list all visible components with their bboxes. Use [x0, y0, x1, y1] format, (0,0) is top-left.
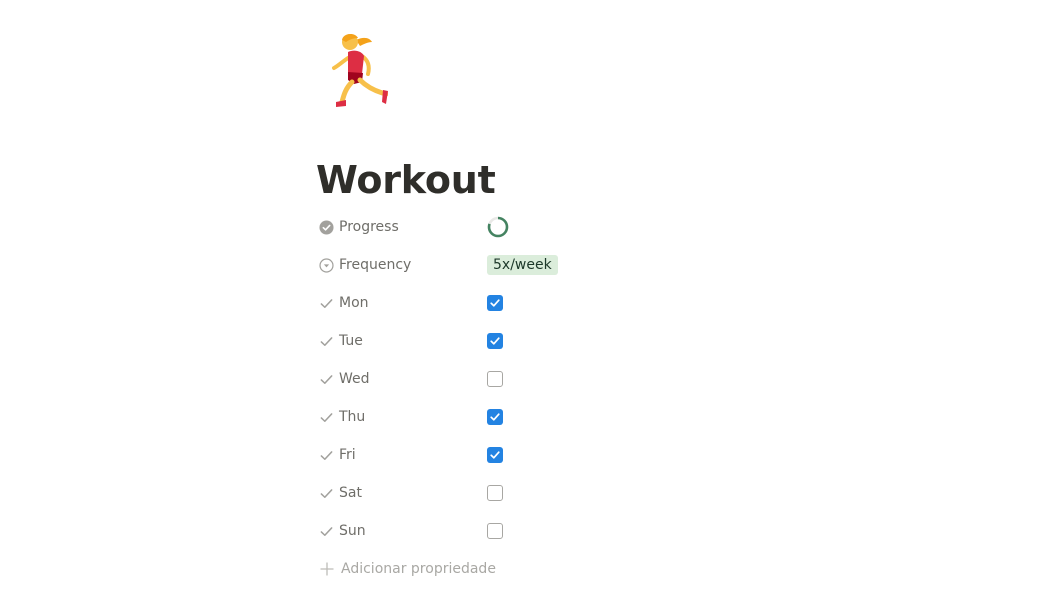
property-label: Sun — [339, 523, 366, 539]
checkbox-sat[interactable] — [487, 485, 503, 501]
checkmark-icon — [318, 295, 334, 311]
page-title[interactable]: Workout — [316, 154, 496, 206]
select-chevron-circle-icon — [318, 257, 334, 273]
property-label: Wed — [339, 371, 370, 387]
property-row-mon: Mon — [316, 284, 936, 322]
property-label: Sat — [339, 485, 362, 501]
property-label: Progress — [339, 219, 399, 235]
checkbox-sun[interactable] — [487, 523, 503, 539]
property-label: Fri — [339, 447, 356, 463]
property-row-tue: Tue — [316, 322, 936, 360]
plus-icon — [319, 561, 335, 577]
property-row-fri: Fri — [316, 436, 936, 474]
property-name-sat[interactable]: Sat — [316, 478, 482, 508]
checkbox-check-icon — [490, 413, 500, 421]
checkbox-mon[interactable] — [487, 295, 503, 311]
status-check-circle-icon — [318, 219, 334, 235]
checkbox-wed[interactable] — [487, 371, 503, 387]
property-label: Mon — [339, 295, 369, 311]
property-row-sun: Sun — [316, 512, 936, 550]
property-name-fri[interactable]: Fri — [316, 440, 482, 470]
page-icon-woman-running[interactable] — [328, 30, 389, 112]
property-name-wed[interactable]: Wed — [316, 364, 482, 394]
property-label: Tue — [339, 333, 363, 349]
add-property-label: Adicionar propriedade — [341, 561, 496, 577]
add-property-button[interactable]: Adicionar propriedade — [316, 550, 936, 588]
checkbox-tue[interactable] — [487, 333, 503, 349]
property-name-mon[interactable]: Mon — [316, 288, 482, 318]
property-row-thu: Thu — [316, 398, 936, 436]
checkbox-check-icon — [490, 337, 500, 345]
checkmark-icon — [318, 523, 334, 539]
property-name-sun[interactable]: Sun — [316, 516, 482, 546]
property-list: Progress Frequency 5x/week Mon Tue Wed Thu Fri S… — [316, 208, 936, 588]
property-name-frequency[interactable]: Frequency — [316, 250, 482, 280]
property-value-sat[interactable] — [482, 478, 936, 508]
property-value-tue[interactable] — [482, 326, 936, 356]
property-row-progress: Progress — [316, 208, 936, 246]
property-value-frequency[interactable]: 5x/week — [482, 250, 936, 280]
property-value-fri[interactable] — [482, 440, 936, 470]
woman-running-icon — [332, 34, 389, 107]
select-tag[interactable]: 5x/week — [487, 255, 558, 275]
checkmark-icon — [318, 485, 334, 501]
checkmark-icon — [318, 333, 334, 349]
property-row-sat: Sat — [316, 474, 936, 512]
property-value-progress[interactable] — [482, 212, 936, 242]
property-name-progress[interactable]: Progress — [316, 212, 482, 242]
progress-ring — [487, 216, 509, 238]
property-name-tue[interactable]: Tue — [316, 326, 482, 356]
property-value-wed[interactable] — [482, 364, 936, 394]
checkbox-check-icon — [490, 451, 500, 459]
checkbox-fri[interactable] — [487, 447, 503, 463]
checkmark-icon — [318, 447, 334, 463]
property-name-thu[interactable]: Thu — [316, 402, 482, 432]
property-row-frequency: Frequency 5x/week — [316, 246, 936, 284]
checkmark-icon — [318, 409, 334, 425]
property-label: Frequency — [339, 257, 412, 273]
checkbox-thu[interactable] — [487, 409, 503, 425]
property-row-wed: Wed — [316, 360, 936, 398]
property-label: Thu — [339, 409, 366, 425]
property-value-mon[interactable] — [482, 288, 936, 318]
checkbox-check-icon — [490, 299, 500, 307]
property-value-thu[interactable] — [482, 402, 936, 432]
checkmark-icon — [318, 371, 334, 387]
property-value-sun[interactable] — [482, 516, 936, 546]
